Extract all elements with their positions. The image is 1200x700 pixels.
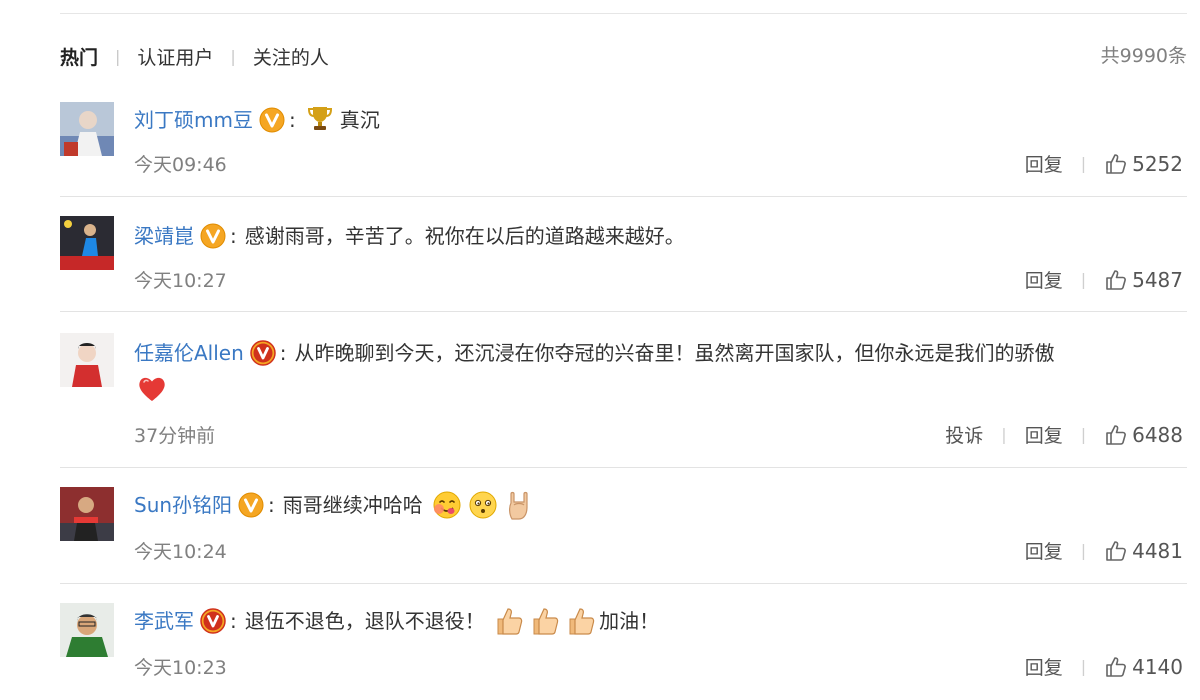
avatar[interactable] [60, 603, 114, 657]
comment-item: 梁靖崑: 感谢雨哥，辛苦了。祝你在以后的道路越来越好。 今天10:27 回复 | … [60, 196, 1187, 312]
like-count: 4140 [1132, 654, 1183, 679]
verified-badge-icon [259, 107, 285, 133]
tab-hot[interactable]: 热门 [60, 43, 98, 70]
reply-button[interactable]: 回复 [1025, 150, 1063, 177]
comment-item: 刘丁硕mm豆: 真沉 今天09:46 回复 | 5252 [60, 88, 1187, 197]
like-button[interactable]: 5487 [1104, 268, 1183, 292]
avatar[interactable] [60, 333, 114, 387]
trophy-icon [306, 104, 338, 136]
thumbs-up-icon [493, 605, 525, 637]
top-divider [60, 13, 1187, 14]
yummy-face-icon [431, 489, 463, 521]
reply-button[interactable]: 回复 [1025, 266, 1063, 293]
thinking-face-icon [467, 489, 499, 521]
thumbs-up-outline-icon [1106, 153, 1127, 174]
action-separator: | [1001, 425, 1007, 444]
verified-badge-icon [238, 492, 264, 518]
verified-badge-icon [250, 339, 276, 366]
comment-actions: 回复 | 5487 [1025, 266, 1183, 293]
tab-following[interactable]: 关注的人 [253, 43, 329, 70]
comment-text: 雨哥继续冲哈哈 [282, 493, 423, 517]
avatar[interactable] [60, 487, 114, 541]
action-separator: | [1080, 270, 1087, 289]
reply-button[interactable]: 回复 [1025, 653, 1063, 680]
rock-hand-icon [503, 489, 535, 521]
verified-badge-icon [200, 607, 226, 634]
username[interactable]: 任嘉伦Allen [134, 341, 244, 365]
tab-separator: | [230, 46, 236, 66]
like-count: 6488 [1132, 422, 1183, 447]
action-separator: | [1080, 425, 1087, 444]
username[interactable]: 李武军 [134, 609, 194, 633]
avatar[interactable] [60, 216, 114, 270]
colon: : [279, 341, 287, 365]
comment-time: 今天10:23 [134, 657, 227, 679]
tab-verified-users[interactable]: 认证用户 [137, 43, 213, 70]
username[interactable]: 刘丁硕mm豆 [134, 108, 253, 132]
comment-text: 感谢雨哥，辛苦了。祝你在以后的道路越来越好。 [244, 224, 685, 248]
like-button[interactable]: 6488 [1104, 423, 1183, 447]
comment-item: 李武军: 退伍不退色，退队不退役！ 加油！ 今天10:23 回复 | 4140 [60, 583, 1187, 700]
action-separator: | [1080, 154, 1087, 173]
thumbs-up-icon [529, 605, 561, 637]
comment-item: 任嘉伦Allen: 从昨晚聊到今天，还沉浸在你夺冠的兴奋里！虽然离开国家队，但你永… [60, 311, 1187, 468]
comment-text: 从昨晚聊到今天，还沉浸在你夺冠的兴奋里！虽然离开国家队，但你永远是我们的骄傲 [294, 341, 1055, 365]
like-count: 5252 [1132, 151, 1183, 176]
total-count: 共9990条 [1100, 45, 1187, 67]
comment-text: 退伍不退色，退队不退役！ [244, 609, 485, 633]
heart-icon [136, 373, 168, 405]
report-button[interactable]: 投诉 [945, 421, 983, 448]
comment-tabs: 热门 | 认证用户 | 关注的人 [60, 38, 329, 74]
like-count: 5487 [1132, 267, 1183, 292]
like-button[interactable]: 4140 [1104, 655, 1183, 679]
comment-text: 真沉 [339, 108, 380, 132]
comment-time: 37分钟前 [134, 425, 216, 447]
comment-actions: 投诉 | 回复 | 6488 [945, 421, 1183, 448]
thumbs-up-outline-icon [1106, 540, 1127, 561]
tab-separator: | [115, 46, 121, 66]
comment-time: 今天09:46 [134, 154, 227, 176]
comment-actions: 回复 | 5252 [1025, 150, 1183, 177]
comment-item: Sun孙铭阳: 雨哥继续冲哈哈 今天10:24 回复 | 4481 [60, 467, 1187, 584]
like-count: 4481 [1132, 538, 1183, 563]
comment-actions: 回复 | 4481 [1025, 537, 1183, 564]
thumbs-up-icon [565, 605, 597, 637]
thumbs-up-outline-icon [1106, 424, 1127, 445]
username[interactable]: Sun孙铭阳 [134, 493, 232, 517]
comment-time: 今天10:27 [134, 270, 227, 292]
colon: : [268, 493, 275, 517]
verified-badge-icon [200, 223, 226, 249]
action-separator: | [1080, 541, 1087, 560]
comment-actions: 回复 | 4140 [1025, 653, 1183, 680]
colon: : [230, 609, 237, 633]
comment-time: 今天10:24 [134, 541, 227, 563]
reply-button[interactable]: 回复 [1025, 537, 1063, 564]
comment-panel: 热门 | 认证用户 | 关注的人 共9990条 刘丁硕mm豆: 真沉 今天09:4… [0, 0, 1200, 700]
avatar[interactable] [60, 102, 114, 156]
reply-button[interactable]: 回复 [1025, 421, 1063, 448]
like-button[interactable]: 5252 [1104, 152, 1183, 176]
colon: : [230, 224, 237, 248]
thumbs-up-outline-icon [1106, 269, 1127, 290]
thumbs-up-outline-icon [1106, 656, 1127, 677]
action-separator: | [1080, 657, 1087, 676]
colon: : [288, 108, 296, 132]
like-button[interactable]: 4481 [1104, 539, 1183, 563]
comment-text-suffix: 加油！ [599, 609, 660, 633]
username[interactable]: 梁靖崑 [134, 224, 194, 248]
